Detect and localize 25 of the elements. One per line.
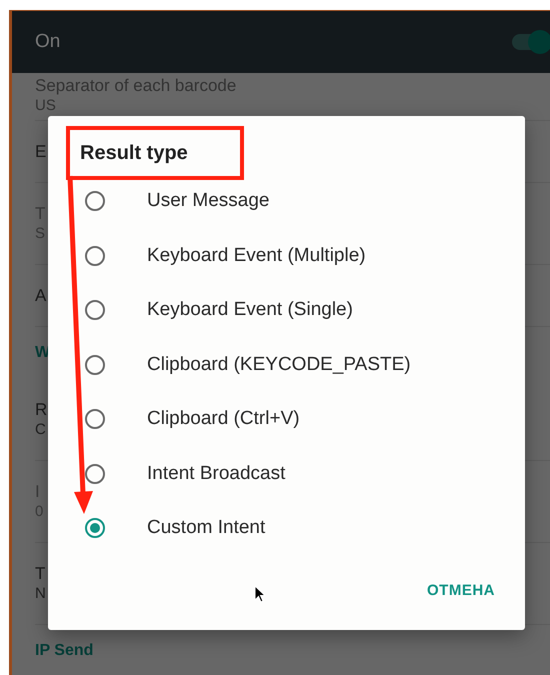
setting-title: T xyxy=(35,565,46,582)
radio-button[interactable] xyxy=(85,464,105,484)
setting-value: C xyxy=(35,421,46,438)
option-label[interactable]: Custom Intent xyxy=(147,517,266,540)
option-label[interactable]: Keyboard Event (Multiple) xyxy=(147,244,366,267)
option-label[interactable]: Clipboard (KEYCODE_PASTE) xyxy=(147,354,411,376)
setting-title: R xyxy=(35,401,48,418)
radio-button[interactable] xyxy=(85,354,105,375)
option-label[interactable]: Clipboard (Ctrl+V) xyxy=(147,408,300,430)
option-label[interactable]: Intent Broadcast xyxy=(147,462,286,485)
switch-label: On xyxy=(35,31,60,53)
radio-button[interactable] xyxy=(85,518,105,538)
setting-title: A xyxy=(35,287,46,304)
radio-button[interactable] xyxy=(85,191,105,212)
section-header: IP Send xyxy=(35,641,94,661)
setting-title: E xyxy=(35,143,46,160)
radio-button[interactable] xyxy=(85,409,105,430)
cancel-button[interactable]: ОТМЕНА xyxy=(421,574,501,606)
setting-value: N xyxy=(35,585,46,602)
dialog-title: Result type xyxy=(80,141,188,166)
radio-button[interactable] xyxy=(85,300,105,320)
radio-button[interactable] xyxy=(85,246,105,266)
option-label[interactable]: User Message xyxy=(147,190,270,212)
option-label[interactable]: Keyboard Event (Single) xyxy=(147,299,353,322)
mouse-pointer-icon xyxy=(254,585,266,603)
